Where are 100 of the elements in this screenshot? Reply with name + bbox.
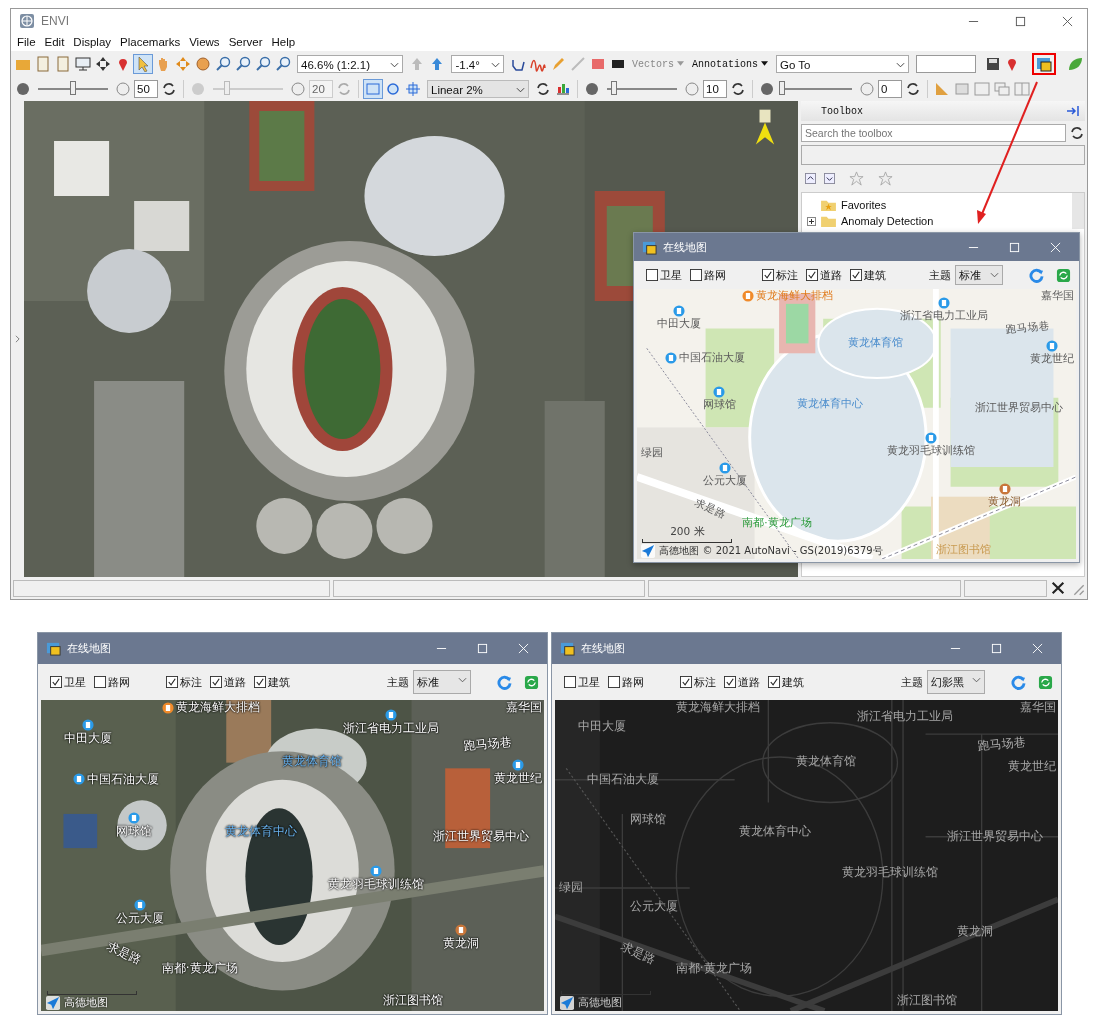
checkbox[interactable] [564,676,576,688]
poi-marker-icon[interactable] [672,305,685,318]
map-label[interactable]: 浙江图书馆 [897,992,958,1008]
poi-marker-icon[interactable] [369,864,382,877]
map-label[interactable]: 黄龙体育中心 [738,824,811,840]
expand-icon[interactable] [824,173,835,184]
checkbox[interactable] [166,676,178,688]
poi-marker-icon[interactable] [742,289,755,302]
menu-item[interactable]: Server [228,36,263,48]
map-label[interactable]: 浙江世界贸易中心 [432,829,529,845]
stretch-dropdown[interactable]: Linear 2% [427,80,529,98]
poi-marker-icon[interactable] [128,811,141,824]
zoom-in-icon[interactable] [234,55,252,73]
sync-icon[interactable] [524,674,539,690]
theme-dropdown[interactable]: 幻影黑 [927,670,985,694]
monitor-icon[interactable] [74,55,92,73]
poi-marker-icon[interactable] [73,773,86,785]
menu-item[interactable]: File [17,36,36,48]
map-label[interactable]: 黄龙世纪 [1007,759,1056,775]
maximize-icon[interactable] [1015,15,1026,27]
map-label[interactable]: 中国石油大厦 [679,351,746,365]
slider-thumb[interactable] [611,81,617,95]
map-label[interactable]: 黄龙洞 [988,495,1022,509]
annotations-button[interactable]: Annotations [688,58,771,70]
poi-marker-icon[interactable] [1045,340,1058,353]
poi-marker-icon[interactable] [134,899,147,912]
refresh-icon[interactable] [904,80,922,98]
map-label[interactable]: 跑马场巷 [462,734,513,755]
menu-item[interactable]: Help [271,36,296,48]
map-label[interactable]: 浙江世界贸易中心 [974,401,1063,415]
theme-dropdown[interactable]: 标准 [955,265,1003,285]
map-label[interactable]: 浙江省电力工业局 [342,721,439,737]
poi-marker-icon[interactable] [161,701,174,714]
map-label[interactable]: 黄龙洞 [957,923,994,939]
map-label[interactable]: 黄龙海鲜大排档 [175,700,260,715]
slider-thumb[interactable] [70,81,76,95]
map-label[interactable]: 南都·黄龙广场 [161,961,238,977]
checkbox[interactable] [762,269,774,281]
collapse-icon[interactable] [805,173,816,184]
map-label[interactable]: 黄龙羽毛球训练馆 [327,876,424,892]
checkbox[interactable] [680,676,692,688]
value-field[interactable]: 0 [878,80,902,98]
map-label[interactable]: 嘉华国 [505,700,542,715]
tree-item[interactable]: Anomaly Detection [841,215,934,227]
poi-marker-icon[interactable] [81,718,94,731]
map-label[interactable]: 浙江图书馆 [383,992,444,1008]
map-label[interactable]: 中田大厦 [577,718,626,734]
value-field[interactable]: 10 [703,80,727,98]
map-label[interactable]: 浙江省电力工业局 [900,309,989,323]
map-label[interactable]: 公元大厦 [702,473,747,487]
text-field[interactable] [916,55,976,73]
map-label[interactable]: 浙江省电力工业局 [856,709,953,725]
rotation-dropdown[interactable]: -1.4° [451,55,504,73]
magnifier-icon[interactable] [214,55,232,73]
checkbox[interactable] [254,676,266,688]
map-label[interactable]: 黄龙世纪 [493,771,542,787]
star-icon[interactable] [849,171,864,186]
poi-marker-icon[interactable] [384,709,397,722]
map-label[interactable]: 嘉华国 [1019,700,1056,715]
checkbox[interactable] [768,676,780,688]
map-label[interactable]: 黄龙羽毛球训练馆 [841,864,938,880]
checkbox[interactable] [850,269,862,281]
map-label[interactable]: 求是路 [104,938,144,968]
map-label[interactable]: 黄龙羽毛球训练馆 [887,444,976,458]
expand-icon[interactable] [807,216,816,226]
map-label[interactable]: 南都·黄龙广场 [742,515,812,529]
map-label[interactable]: 黄龙海鲜大排档 [675,700,760,715]
map-label[interactable]: 浙江世界贸易中心 [946,829,1043,845]
map-label[interactable]: 跑马场巷 [976,734,1027,755]
poi-marker-icon[interactable] [455,923,468,936]
map-label[interactable]: 嘉华国 [1040,289,1074,302]
tree-item[interactable]: Favorites [841,199,887,211]
checkbox[interactable] [50,676,62,688]
close-icon[interactable] [1050,580,1066,596]
slider-thumb[interactable] [779,81,785,95]
map-label[interactable]: 黄龙洞 [443,935,480,951]
menu-item[interactable]: Views [189,36,220,48]
menu-item[interactable]: Placemarks [120,36,181,48]
refresh-icon[interactable] [1069,125,1085,141]
move-icon[interactable] [174,55,192,73]
star-icon[interactable] [878,171,893,186]
checkbox[interactable] [690,269,702,281]
poi-marker-icon[interactable] [998,483,1011,496]
zoom-out-icon[interactable] [254,55,272,73]
map-label[interactable]: 求是路 [692,495,729,522]
checkbox[interactable] [646,269,658,281]
clipboard-icon[interactable] [34,55,52,73]
map-label[interactable]: 绿园 [559,880,583,896]
checkbox[interactable] [806,269,818,281]
map-label[interactable]: 中田大厦 [63,730,112,746]
crosshair-icon[interactable] [94,55,112,73]
poi-marker-icon[interactable] [511,759,524,772]
poi-marker-icon[interactable] [938,297,951,310]
refresh-icon[interactable] [534,80,552,98]
map-label[interactable]: 绿园 [640,445,663,459]
poi-marker-icon[interactable] [925,432,938,445]
checkbox[interactable] [724,676,736,688]
refresh-icon[interactable] [729,80,747,98]
checkbox[interactable] [608,676,620,688]
poi-marker-icon[interactable] [718,461,731,474]
